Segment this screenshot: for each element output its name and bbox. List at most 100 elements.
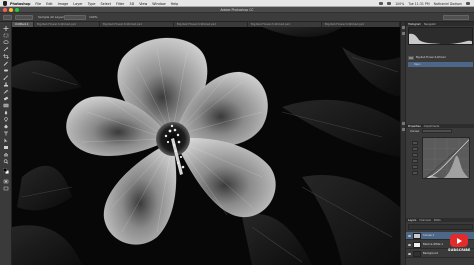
tool-preset-picker[interactable] [3, 15, 12, 20]
history-state-icon [408, 63, 412, 67]
layer-name: Black & White 1 [423, 243, 443, 246]
curves-preset-dropdown[interactable] [422, 129, 452, 133]
apple-logo-icon[interactable] [3, 1, 7, 6]
clone-stamp-tool-icon[interactable] [3, 82, 9, 87]
menu-filter[interactable]: Filter [116, 2, 124, 6]
sample-size-dropdown[interactable] [15, 15, 33, 20]
histogram-dock: Histogram Navigator Big-Red-Flower-S-Wic… [406, 22, 474, 84]
layers-panel-tabs: Layers Channels Paths [406, 218, 474, 222]
visibility-eye-icon[interactable] [408, 243, 411, 246]
menu-window[interactable]: Window [152, 2, 165, 6]
lasso-tool-icon[interactable] [3, 40, 9, 45]
zoom-tool-icon[interactable] [3, 159, 9, 164]
properties-dock: Properties Adjustments Curves [406, 124, 474, 212]
wifi-icon[interactable] [379, 2, 384, 5]
menu-app-name[interactable]: Photoshop [10, 2, 30, 6]
history-brush-tool-icon[interactable] [3, 89, 9, 94]
crop-tool-icon[interactable] [3, 54, 9, 59]
options-bar: Sample All Layers 100% [0, 13, 474, 22]
histogram-panel-tabs: Histogram Navigator [406, 22, 474, 26]
menu-select[interactable]: Select [101, 2, 111, 6]
eyedropper-tool-icon[interactable] [3, 61, 9, 66]
gray-point-eyedropper-icon[interactable] [412, 165, 418, 169]
histogram-shape [409, 33, 472, 44]
menu-edit[interactable]: Edit [46, 2, 53, 6]
path-selection-tool-icon[interactable] [3, 138, 9, 143]
visibility-eye-icon[interactable] [408, 252, 411, 255]
curves-graph[interactable] [422, 137, 470, 179]
zoom-status: 100% [395, 1, 405, 6]
menu-view[interactable]: View [139, 2, 147, 6]
menu-layer[interactable]: Layer [73, 2, 82, 6]
history-snapshot-row[interactable]: Big-Red-Flower-S-Wicked [408, 55, 473, 60]
brush-panel-icon[interactable] [402, 128, 405, 131]
workspace-switcher[interactable] [443, 15, 469, 20]
tab-paths[interactable]: Paths [434, 219, 441, 222]
layer-thumbnail [413, 232, 421, 239]
quick-selection-tool-icon[interactable] [3, 47, 9, 52]
curves-properties: Curves [408, 129, 473, 209]
healing-brush-tool-icon[interactable] [3, 68, 9, 73]
tab-histogram[interactable]: Histogram [408, 23, 421, 26]
dodge-tool-icon[interactable] [3, 117, 9, 122]
tab-channels[interactable]: Channels [419, 219, 431, 222]
history-open-label: Open [414, 63, 421, 66]
type-tool-icon[interactable] [3, 131, 9, 136]
layer-filter-bar[interactable] [408, 224, 473, 230]
screen-mode-icon[interactable] [3, 186, 9, 191]
history-panel-icon[interactable] [402, 26, 405, 29]
tab-adjustments[interactable]: Adjustments [424, 125, 440, 128]
curves-plot [423, 138, 469, 178]
youtube-subscribe-watermark[interactable]: SUBSCRIBE [448, 234, 470, 260]
tab-layers[interactable]: Layers [408, 219, 416, 222]
flower-photo [12, 27, 400, 265]
histogram-graph [408, 27, 473, 45]
color-swatches-icon[interactable] [3, 168, 9, 174]
curves-pencil-icon[interactable] [412, 153, 418, 157]
black-point-eyedropper-icon[interactable] [412, 159, 418, 163]
menu-help[interactable]: Help [171, 2, 179, 6]
tab-navigator[interactable]: Navigator [424, 23, 436, 26]
tools-panel [0, 22, 12, 265]
menu-clock[interactable]: Tue 11:31 PM [408, 2, 429, 6]
marquee-tool-icon[interactable] [3, 33, 9, 38]
menu-3d[interactable]: 3D [129, 2, 134, 6]
spotlight-icon[interactable] [466, 2, 470, 5]
snapshot-thumbnail [408, 55, 414, 60]
menu-type[interactable]: Type [88, 2, 96, 6]
document-canvas[interactable] [12, 27, 400, 265]
move-tool-icon[interactable] [3, 26, 9, 31]
history-open-row[interactable]: Open [408, 62, 473, 67]
layer-name: Background [423, 252, 438, 255]
white-point-eyedropper-icon[interactable] [412, 171, 418, 175]
properties-panel-tabs: Properties Adjustments [406, 124, 474, 128]
visibility-eye-icon[interactable] [408, 234, 411, 237]
opacity-field[interactable] [64, 15, 86, 20]
history-snapshot-label: Big-Red-Flower-S-Wicked [416, 56, 446, 59]
sample-all-layers-label[interactable]: Sample All Layers [38, 15, 65, 20]
menu-image[interactable]: Image [58, 2, 69, 6]
quick-mask-icon[interactable] [3, 179, 9, 184]
opacity-value: 100% [89, 15, 98, 19]
brush-tool-icon[interactable] [3, 75, 9, 80]
blur-tool-icon[interactable] [3, 110, 9, 115]
menu-user[interactable]: Nathaniel Dodson [434, 2, 462, 6]
eraser-tool-icon[interactable] [3, 96, 9, 101]
layer-thumbnail [413, 250, 421, 257]
layer-name: Curves 1 [423, 234, 435, 237]
youtube-play-icon [450, 234, 468, 247]
menu-status-area: 100% Tue 11:31 PM Nathaniel Dodson [379, 0, 470, 7]
info-panel-icon[interactable] [402, 122, 405, 125]
app-menu-list: Photoshop File Edit Image Layer Type Sel… [10, 0, 178, 7]
hand-tool-icon[interactable] [3, 152, 9, 157]
shape-tool-icon[interactable] [3, 145, 9, 150]
pen-tool-icon[interactable] [3, 124, 9, 129]
menu-file[interactable]: File [35, 2, 41, 6]
battery-icon[interactable] [387, 2, 392, 5]
curves-point-edit-icon[interactable] [412, 147, 418, 151]
gradient-tool-icon[interactable] [3, 103, 9, 108]
curves-on-image-adjust-icon[interactable] [412, 141, 418, 145]
tab-properties[interactable]: Properties [408, 125, 421, 128]
swatches-panel-icon[interactable] [402, 32, 405, 35]
layer-thumbnail [413, 241, 421, 248]
